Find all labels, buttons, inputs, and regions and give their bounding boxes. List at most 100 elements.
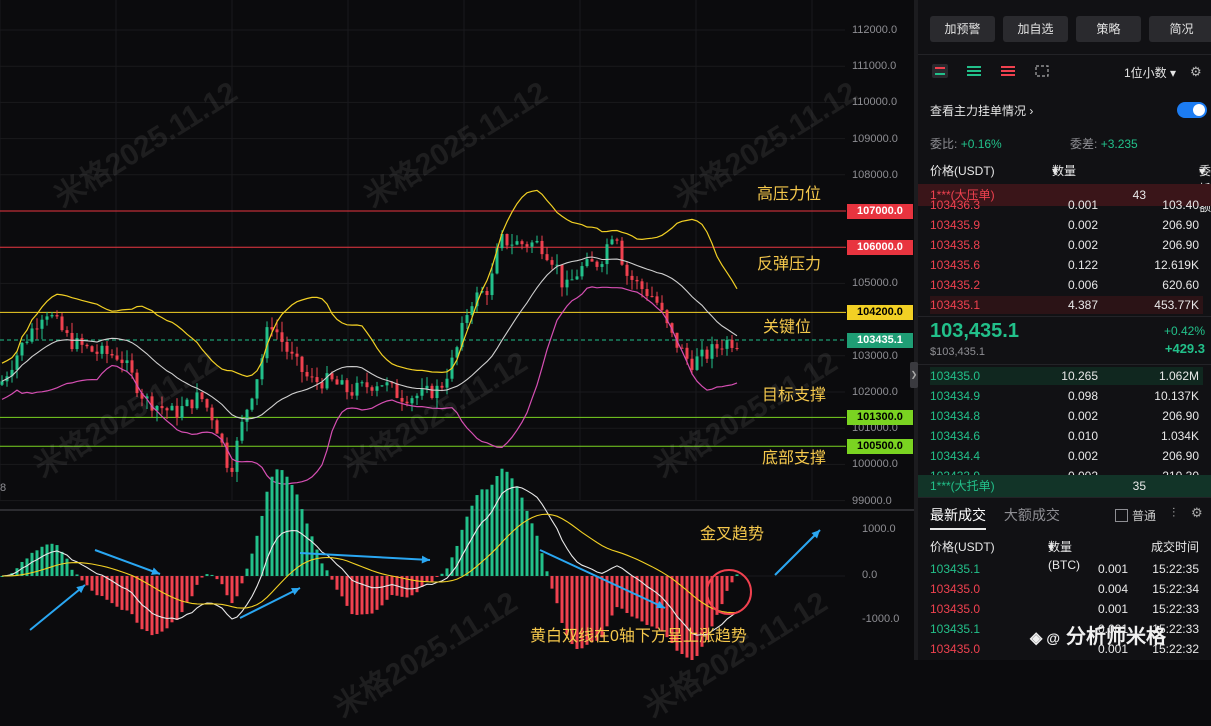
trade-tabs: 最新成交 大额成交 bbox=[930, 505, 1060, 525]
book-asks-icon[interactable] bbox=[1000, 64, 1016, 78]
ask-qty: 0.002 bbox=[1067, 218, 1098, 232]
overview-button[interactable]: 简况 bbox=[1149, 16, 1211, 42]
book-both-icon[interactable] bbox=[932, 64, 948, 78]
macd-histogram-bar bbox=[70, 569, 74, 576]
big-bid-value: 35 bbox=[1132, 479, 1146, 493]
book-compact-icon[interactable] bbox=[1034, 64, 1050, 78]
tab-latest-trades[interactable]: 最新成交 bbox=[930, 507, 986, 523]
macd-histogram-bar bbox=[390, 576, 394, 596]
level-annotation: 底部支撑 bbox=[762, 450, 827, 467]
main-orders-link[interactable]: 查看主力挂单情况 › bbox=[930, 102, 1033, 119]
macd-histogram-bar bbox=[475, 495, 479, 576]
normal-checkbox[interactable] bbox=[1115, 509, 1128, 522]
divider bbox=[918, 364, 1211, 365]
tab-large-trades[interactable]: 大额成交 bbox=[1004, 507, 1060, 523]
collapse-handle-icon[interactable]: ❯ bbox=[910, 362, 918, 388]
trend-arrow-head bbox=[421, 555, 430, 564]
ask-row[interactable]: 103435.1 4.387 453.77K bbox=[930, 296, 1203, 314]
macd-histogram-bar bbox=[385, 576, 389, 600]
macd-histogram-bar bbox=[435, 576, 439, 577]
macd-histogram-bar bbox=[165, 576, 169, 629]
candle-body bbox=[405, 401, 409, 404]
kline-chart-area[interactable]: 112000.0 111000.0 110000.0 109000.0 108000.0… bbox=[0, 0, 914, 724]
ask-row[interactable]: 103435.2 0.006 620.60 bbox=[930, 276, 1203, 294]
macd-histogram-bar bbox=[230, 576, 234, 604]
ask-qty: 0.122 bbox=[1067, 258, 1098, 272]
ask-price: 103435.8 bbox=[930, 238, 981, 252]
macd-tick: 1000.0 bbox=[862, 523, 896, 535]
ask-price: 103435.6 bbox=[930, 258, 981, 272]
trade-row: 103435.1 0.001 15:22:35 bbox=[930, 560, 1203, 578]
macd-histogram-bar bbox=[280, 470, 284, 576]
macd-histogram-bar bbox=[500, 468, 504, 576]
macd-histogram-bar bbox=[560, 576, 564, 623]
macd-histogram-bar bbox=[540, 553, 544, 576]
ask-row[interactable]: 103436.3 0.001 103.40 bbox=[930, 196, 1203, 214]
bid-row[interactable]: 103434.9 0.098 10.137K bbox=[930, 387, 1203, 405]
bid-price: 103434.4 bbox=[930, 449, 981, 463]
bid-row[interactable]: 103434.6 0.010 1.034K bbox=[930, 427, 1203, 445]
settings-gear-icon[interactable]: ⚙ bbox=[1191, 505, 1203, 521]
bid-amount: 1.062M bbox=[1158, 369, 1199, 383]
trade-qty: 0.001 bbox=[1097, 602, 1128, 616]
macd-histogram-bar bbox=[550, 576, 554, 589]
strategy-button[interactable]: 策略 bbox=[1076, 16, 1141, 42]
macd-histogram-bar bbox=[510, 478, 514, 576]
macd-trend-annotation: 黄白双线在0轴下方呈上涨趋势 bbox=[530, 628, 747, 645]
chevron-down-icon: ▾ bbox=[1052, 164, 1059, 178]
tab-underline bbox=[930, 528, 986, 530]
macd-histogram-bar bbox=[140, 576, 144, 630]
macd-histogram-bar bbox=[190, 576, 194, 597]
candle-body bbox=[560, 264, 564, 288]
candle-body bbox=[85, 344, 89, 347]
macd-histogram-bar bbox=[225, 576, 229, 596]
level-price-badge: 101300.0 bbox=[847, 410, 913, 426]
macd-histogram-bar bbox=[455, 545, 459, 576]
candle-body bbox=[730, 339, 734, 348]
settings-gear-icon[interactable]: ⚙ bbox=[1190, 64, 1202, 80]
precision-select[interactable]: 1位小数 ▾ bbox=[1124, 64, 1176, 81]
ask-qty: 0.006 bbox=[1067, 278, 1098, 292]
macd-histogram-bar bbox=[615, 576, 619, 608]
ask-amount: 206.90 bbox=[1162, 218, 1199, 232]
change-percent: +0.42% bbox=[1163, 324, 1205, 338]
ask-row[interactable]: 103435.9 0.002 206.90 bbox=[930, 216, 1203, 234]
ask-price: 103435.2 bbox=[930, 278, 981, 292]
ask-price: 103436.3 bbox=[930, 198, 981, 212]
filter-icon[interactable]: ⫶ bbox=[1172, 505, 1175, 521]
bid-row[interactable]: 103434.8 0.002 206.90 bbox=[930, 407, 1203, 425]
candle-body bbox=[250, 398, 254, 410]
trade-price: 103435.1 bbox=[930, 562, 981, 576]
candle-body bbox=[90, 346, 94, 352]
ask-row[interactable]: 103435.8 0.002 206.90 bbox=[930, 236, 1203, 254]
candle-body bbox=[70, 332, 74, 350]
main-orders-toggle[interactable] bbox=[1177, 102, 1207, 118]
trade-price: 103435.1 bbox=[930, 622, 981, 636]
bid-price: 103434.9 bbox=[930, 389, 981, 403]
bid-row[interactable]: 103434.4 0.002 206.90 bbox=[930, 447, 1203, 465]
ask-row[interactable]: 103435.6 0.122 12.619K bbox=[930, 256, 1203, 274]
big-bid-row[interactable]: 1***(大托单) 35 bbox=[918, 475, 1211, 497]
candle-body bbox=[490, 273, 494, 296]
add-alert-button[interactable]: 加预警 bbox=[930, 16, 995, 42]
macd-histogram-bar bbox=[150, 576, 154, 636]
macd-histogram-bar bbox=[340, 576, 344, 597]
bid-price: 103435.0 bbox=[930, 369, 981, 383]
candle-body bbox=[30, 328, 34, 342]
macd-histogram-bar bbox=[305, 523, 309, 576]
bid-qty: 0.002 bbox=[1067, 409, 1098, 423]
book-bids-icon[interactable] bbox=[966, 64, 982, 78]
macd-histogram-bar bbox=[270, 476, 274, 576]
candle-body bbox=[400, 397, 404, 402]
macd-histogram-bar bbox=[95, 576, 99, 596]
candle-body bbox=[710, 344, 714, 359]
price-tick: 102000.0 bbox=[852, 386, 898, 398]
chevron-down-icon: ▾ bbox=[1170, 66, 1177, 80]
bid-row[interactable]: 103435.0 10.265 1.062M bbox=[930, 367, 1203, 385]
macd-histogram-bar bbox=[515, 486, 519, 576]
macd-histogram-bar bbox=[430, 576, 434, 582]
bid-qty: 0.010 bbox=[1067, 429, 1098, 443]
macd-histogram-bar bbox=[375, 576, 379, 610]
macd-histogram-bar bbox=[275, 469, 279, 576]
add-watchlist-button[interactable]: 加自选 bbox=[1003, 16, 1068, 42]
